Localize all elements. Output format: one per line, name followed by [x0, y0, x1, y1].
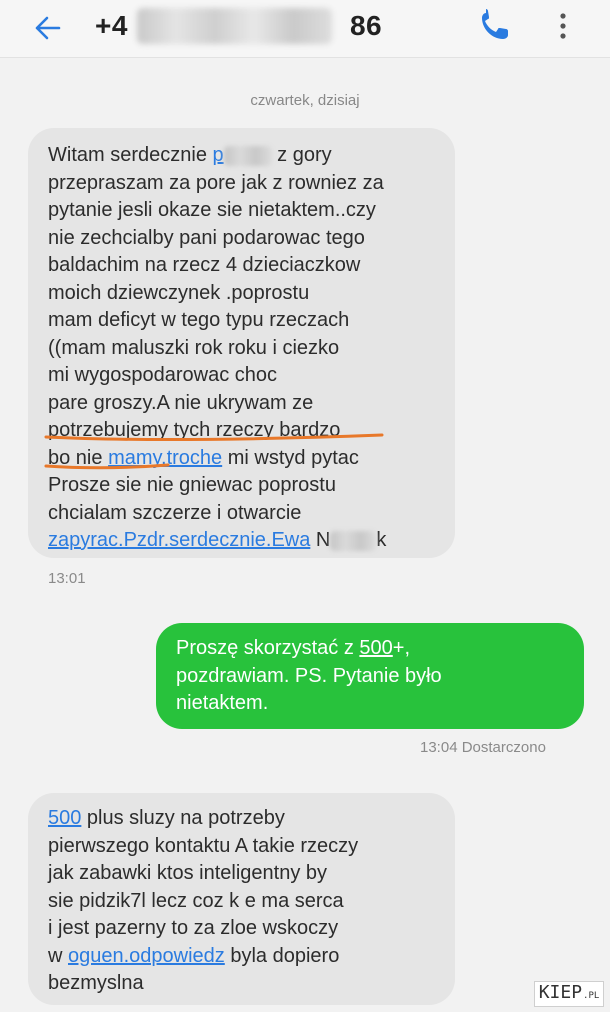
- back-button[interactable]: [28, 8, 68, 48]
- message-delivery-status: 13:04 Dostarczono: [420, 739, 546, 756]
- message-line: Proszę skorzystać z 500+,: [176, 637, 411, 659]
- message-line: przepraszam za pore jak z rowniez za: [48, 171, 384, 194]
- redacted-surname: [330, 530, 377, 551]
- message-line: pierwszego kontaktu A takie rzeczy: [48, 834, 359, 857]
- message-link[interactable]: 500: [359, 637, 392, 659]
- message-line: ((mam maluszki rok roku i ciezko: [48, 336, 340, 359]
- message-link[interactable]: oguen.odpowiedz: [68, 945, 225, 967]
- message-line: Witam serdecznie p z gory: [48, 144, 332, 166]
- message-line: i jest pazerny to za zloe wskoczy: [48, 917, 339, 939]
- message-line: w oguen.odpowiedz byla dopiero: [48, 944, 340, 967]
- message-line: pytanie jesli okaze sie nietaktem..czy: [48, 199, 376, 221]
- more-vertical-icon: [560, 13, 566, 39]
- message-link[interactable]: zapyrac.Pzdr.serdecznie.Ewa: [48, 529, 310, 551]
- conversation-header: +4 86: [0, 0, 610, 58]
- date-separator: czwartek, dzisiaj: [250, 92, 360, 109]
- message-line: baldachim na rzecz 4 dzieciaczkow: [48, 254, 361, 276]
- message-timestamp: 13:01: [48, 570, 86, 587]
- phone-number-suffix: 86: [349, 10, 383, 41]
- message-link[interactable]: 500: [48, 807, 81, 829]
- redacted-name: [223, 145, 272, 166]
- message-line: nie zechcialby pani podarowac tego: [48, 226, 365, 249]
- call-button[interactable]: [474, 5, 516, 47]
- message-line: nietaktem.: [176, 692, 269, 714]
- message-line: bo nie mamy.troche mi wstyd pytac: [48, 446, 359, 469]
- message-line: pozdrawiam. PS. Pytanie było: [176, 664, 442, 687]
- site-watermark-logo: KIEP .PL: [534, 981, 604, 1007]
- message-line: jak zabawki ktos inteligentny by: [48, 862, 328, 884]
- incoming-message-bubble[interactable]: 500 plus sluzy na potrzeby pierwszego ko…: [28, 793, 455, 1005]
- outgoing-message-bubble[interactable]: Proszę skorzystać z 500+, pozdrawiam. PS…: [156, 623, 584, 729]
- message-line: 500 plus sluzy na potrzeby: [48, 807, 285, 829]
- message-link[interactable]: mamy.troche: [108, 447, 222, 469]
- message-line: zapyrac.Pzdr.serdecznie.Ewa Nk: [48, 529, 387, 551]
- message-line: pare groszy.A nie ukrywam ze: [48, 391, 314, 414]
- more-options-button[interactable]: [551, 6, 575, 46]
- redacted-phone-digits: [137, 8, 332, 44]
- message-line: mam deficyt w tego typu rzeczach: [48, 309, 350, 331]
- message-line: potrzebujemy tych rzeczy bardzo: [48, 419, 341, 441]
- message-line: chcialam szczerze i otwarcie: [48, 501, 302, 524]
- phone-icon: [482, 9, 508, 39]
- back-arrow-icon: [35, 16, 61, 40]
- message-line: moich dziewczynek .poprostu: [48, 281, 310, 304]
- message-line: bezmyslna: [48, 972, 144, 994]
- phone-number-prefix: +4: [95, 10, 128, 41]
- message-line: mi wygospodarowac choc: [48, 364, 277, 386]
- message-line: Prosze sie nie gniewac poprostu: [48, 474, 336, 496]
- incoming-message-bubble[interactable]: Witam serdecznie p z gory przepraszam za…: [28, 128, 455, 558]
- message-line: sie pidzik7l lecz coz k e ma serca: [48, 889, 344, 912]
- message-link[interactable]: p: [213, 144, 224, 166]
